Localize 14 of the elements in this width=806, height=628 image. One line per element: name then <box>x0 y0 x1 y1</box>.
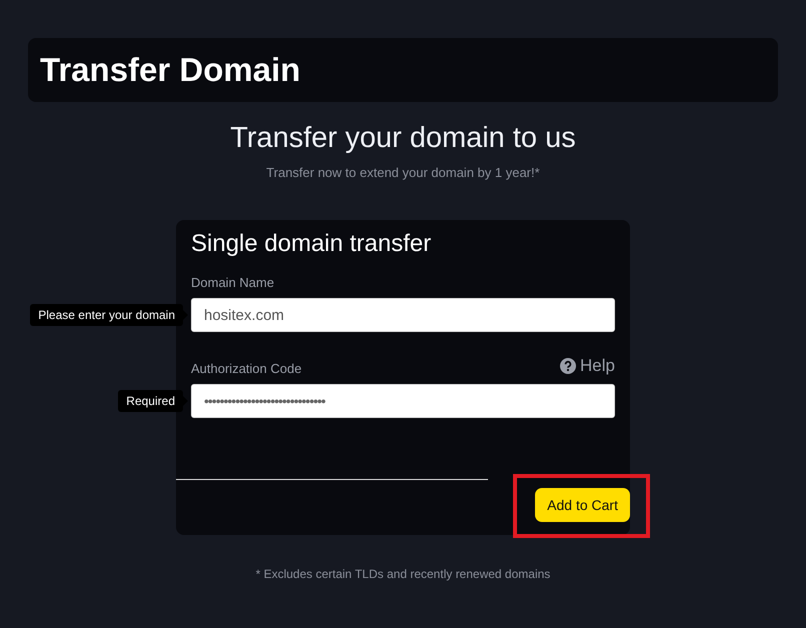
subtitle: Transfer now to extend your domain by 1 year!* <box>266 165 540 180</box>
field-label: Domain Name <box>191 275 274 290</box>
help-icon <box>560 358 576 374</box>
footnote: * Excludes certain TLDs and recently renewed domains <box>256 567 550 581</box>
tooltip: Required <box>118 390 183 412</box>
tooltip: Please enter your domain <box>30 304 183 326</box>
card-title: Single domain transfer <box>191 230 432 258</box>
heading: Transfer your domain to us <box>230 122 576 155</box>
password-field[interactable]: ••••••••••••••••••••••••••••••• <box>191 384 615 418</box>
field-label: Authorization Code <box>191 361 302 376</box>
add-to-cart-button[interactable]: Add to Cart <box>535 488 630 522</box>
input-field[interactable]: hositex.com <box>191 298 615 332</box>
help-link[interactable]: Help <box>560 356 615 376</box>
page-title: Transfer Domain <box>40 51 300 89</box>
